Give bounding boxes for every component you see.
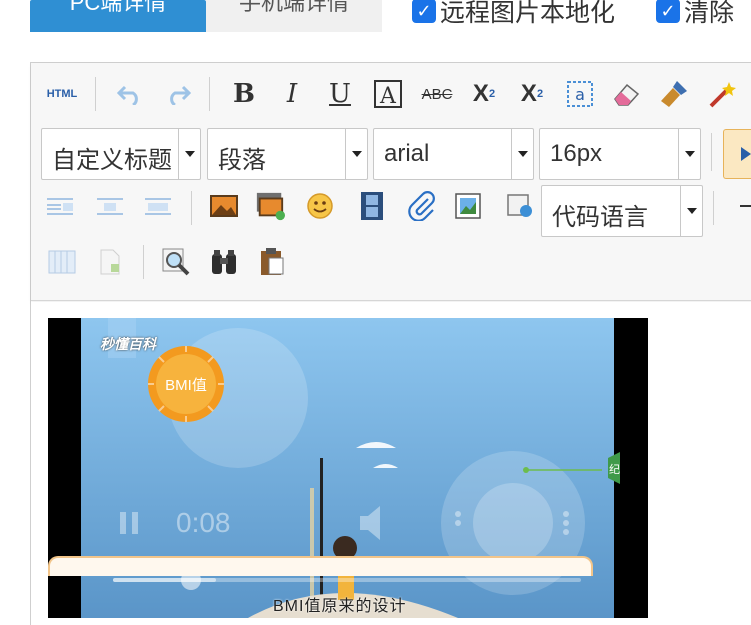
attachment-icon[interactable] [407, 191, 437, 221]
separator [95, 77, 96, 111]
more-options-icon[interactable] [558, 504, 576, 540]
heading-select[interactable]: 自定义标题 [41, 128, 201, 180]
html-source-button[interactable]: HTML [41, 79, 83, 109]
paragraph-select-value: 段落 [218, 147, 266, 174]
font-border-icon[interactable]: A [373, 79, 403, 109]
chevron-down-icon [178, 129, 200, 179]
subscript-icon[interactable]: X2 [517, 79, 547, 109]
undo-icon[interactable] [115, 79, 145, 109]
redo-icon[interactable] [163, 79, 193, 109]
editor-content-area[interactable]: 秒懂百科 BMI值 纪 0:08 BMI值原来的设计 [31, 302, 751, 625]
direction-ltr-icon[interactable] [723, 129, 751, 179]
paragraph-select[interactable]: 段落 [207, 128, 368, 180]
format-match-icon[interactable]: a [565, 79, 595, 109]
multi-image-icon[interactable] [255, 191, 285, 221]
emoticon-icon[interactable] [305, 191, 335, 221]
collapsed-panel-edge [48, 556, 593, 576]
volume-icon[interactable] [354, 504, 388, 542]
separator [713, 191, 714, 225]
search-replace-icon[interactable] [209, 247, 239, 277]
rich-text-editor: HTML B I U A ABC X2 X2 a 自定义标题 段落 arial … [30, 62, 751, 625]
horizontal-rule-icon[interactable] [725, 191, 751, 221]
insert-image-icon[interactable] [209, 191, 239, 221]
align-left-icon[interactable] [45, 191, 75, 221]
insert-video-icon[interactable] [357, 191, 387, 221]
code-language-select-value: 代码语言 [552, 204, 648, 231]
code-language-select[interactable]: 代码语言 [541, 185, 703, 237]
bold-icon[interactable]: B [229, 79, 259, 109]
separator [209, 77, 210, 111]
video-brand-logo: 秒懂百科 [100, 336, 156, 352]
clear-checkbox[interactable]: ✓ 清除 [656, 0, 734, 28]
font-family-select-value: arial [384, 140, 430, 167]
chevron-down-icon [345, 129, 367, 179]
editor-toolbar: HTML B I U A ABC X2 X2 a 自定义标题 段落 arial … [31, 63, 751, 301]
tab-pc-detail[interactable]: PC端详情 [30, 0, 206, 32]
clear-label: 清除 [684, 0, 735, 27]
video-time: 0:08 [176, 507, 231, 538]
video-subtitle: BMI值原来的设计 [273, 598, 407, 615]
align-right-icon[interactable] [143, 191, 173, 221]
heading-select-value: 自定义标题 [52, 147, 172, 174]
superscript-icon[interactable]: X2 [469, 79, 499, 109]
italic-icon[interactable]: I [277, 79, 307, 109]
insert-table-icon[interactable] [47, 247, 77, 277]
remote-images-label: 远程图片本地化 [440, 0, 616, 27]
checkmark-icon: ✓ [412, 0, 436, 23]
insert-frame-icon[interactable] [453, 191, 483, 221]
play-pause-button[interactable] [112, 504, 144, 542]
bmi-badge: BMI值 [165, 377, 207, 394]
html-label: HTML [46, 88, 78, 100]
format-painter-icon[interactable] [659, 79, 689, 109]
font-size-select[interactable]: 16px [539, 128, 701, 180]
checkmark-icon: ✓ [656, 0, 680, 23]
side-tag: 纪 [609, 464, 620, 476]
align-center-icon[interactable] [95, 191, 125, 221]
underline-icon[interactable]: U [325, 79, 355, 109]
tab-pc-label: PC端详情 [69, 0, 167, 15]
paste-icon[interactable] [257, 247, 287, 277]
font-family-select[interactable]: arial [373, 128, 534, 180]
separator [191, 191, 192, 225]
separator [143, 245, 144, 279]
page-break-icon[interactable] [95, 247, 125, 277]
chevron-down-icon [511, 129, 533, 179]
chevron-down-icon [678, 129, 700, 179]
chevron-down-icon [680, 186, 702, 236]
svg-text:a: a [575, 85, 585, 104]
magic-wand-icon[interactable] [707, 79, 737, 109]
font-size-select-value: 16px [550, 140, 603, 167]
separator [711, 133, 712, 171]
web-page-icon[interactable] [505, 191, 535, 221]
preview-icon[interactable] [161, 247, 191, 277]
tab-mobile-detail[interactable]: 手机端详情 [206, 0, 382, 32]
eraser-icon[interactable] [611, 79, 641, 109]
strikethrough-icon[interactable]: ABC [419, 79, 455, 109]
svg-text:A: A [379, 84, 397, 108]
remote-images-checkbox[interactable]: ✓ 远程图片本地化 [412, 0, 615, 28]
tab-mobile-label: 手机端详情 [238, 0, 349, 15]
